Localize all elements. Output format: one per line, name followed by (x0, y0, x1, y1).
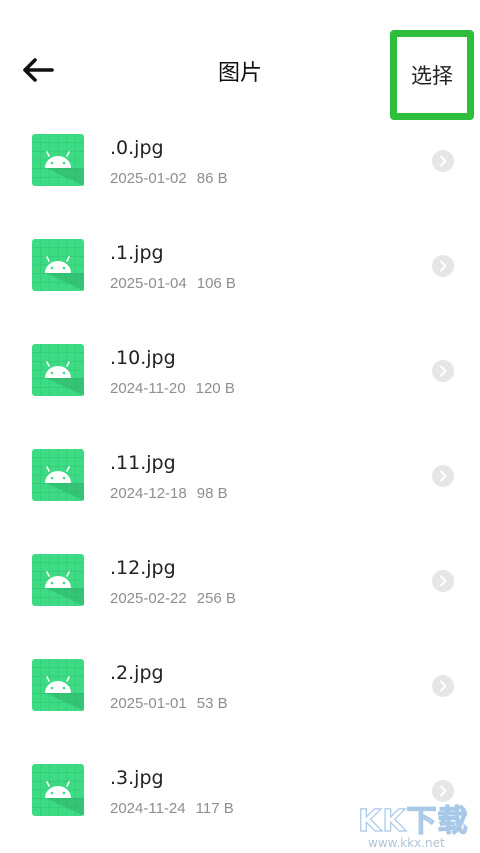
file-size: 256 B (196, 590, 236, 607)
file-size: 106 B (196, 275, 236, 292)
file-meta: 2024-12-18 98 B (110, 485, 228, 502)
android-image-icon (32, 344, 84, 396)
file-meta: 2025-01-04 106 B (110, 275, 236, 292)
file-date: 2024-12-18 (110, 485, 187, 502)
list-item[interactable]: .12.jpg 2025-02-22 256 B (0, 530, 480, 635)
file-name: .2.jpg (110, 662, 164, 684)
file-date: 2025-01-01 (110, 695, 187, 712)
file-name: .11.jpg (110, 452, 176, 474)
android-image-icon (32, 554, 84, 606)
chevron-right-icon (432, 675, 454, 697)
chevron-right-icon (432, 465, 454, 487)
arrow-left-icon (23, 58, 54, 82)
file-size: 53 B (196, 695, 228, 712)
chevron-right-icon (432, 570, 454, 592)
file-size: 120 B (195, 380, 235, 397)
file-meta: 2025-02-22 256 B (110, 590, 236, 607)
file-meta: 2024-11-24 117 B (110, 800, 234, 817)
chevron-right-icon (432, 360, 454, 382)
list-item[interactable]: .3.jpg 2024-11-24 117 B (0, 740, 480, 845)
list-item[interactable]: .0.jpg 2025-01-02 86 B (0, 110, 480, 215)
list-item[interactable]: .11.jpg 2024-12-18 98 B (0, 425, 480, 530)
file-name: .10.jpg (110, 347, 176, 369)
file-date: 2025-02-22 (110, 590, 187, 607)
file-meta: 2025-01-01 53 B (110, 695, 228, 712)
android-image-icon (32, 239, 84, 291)
chevron-right-icon (432, 255, 454, 277)
list-item[interactable]: .1.jpg 2025-01-04 106 B (0, 215, 480, 320)
list-item[interactable]: .10.jpg 2024-11-20 120 B (0, 320, 480, 425)
android-image-icon (32, 659, 84, 711)
file-date: 2024-11-24 (110, 800, 186, 817)
select-button[interactable]: 选择 (390, 30, 474, 120)
chevron-right-icon (432, 150, 454, 172)
select-button-label: 选择 (411, 64, 453, 88)
file-date: 2025-01-04 (110, 275, 187, 292)
file-size: 86 B (196, 170, 228, 187)
file-name: .3.jpg (110, 767, 164, 789)
back-button[interactable] (18, 52, 58, 88)
chevron-right-icon (432, 780, 454, 802)
file-name: .0.jpg (110, 137, 164, 159)
file-name: .12.jpg (110, 557, 176, 579)
file-date: 2024-11-20 (110, 380, 186, 397)
android-image-icon (32, 134, 84, 186)
file-date: 2025-01-02 (110, 170, 187, 187)
file-name: .1.jpg (110, 242, 164, 264)
list-item[interactable]: .2.jpg 2025-01-01 53 B (0, 635, 480, 740)
file-meta: 2024-11-20 120 B (110, 380, 235, 397)
android-image-icon (32, 764, 84, 816)
android-image-icon (32, 449, 84, 501)
file-meta: 2025-01-02 86 B (110, 170, 228, 187)
file-size: 117 B (195, 800, 234, 817)
file-size: 98 B (196, 485, 228, 502)
